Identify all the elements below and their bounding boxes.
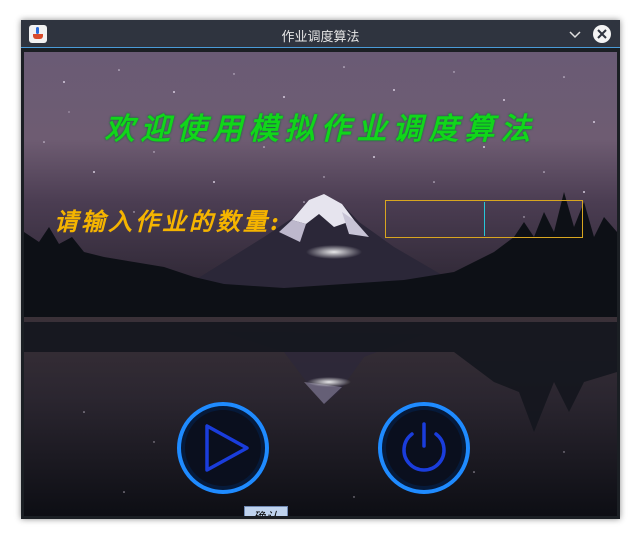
play-icon	[177, 402, 269, 494]
window-title: 作业调度算法	[281, 30, 360, 45]
play-button[interactable]	[175, 400, 271, 496]
welcome-heading: 欢迎使用模拟作业调度算法	[104, 112, 537, 147]
app-window: 作业调度算法 欢迎使用模拟作业调度算法 请输入作业的数量:	[21, 20, 620, 519]
main-panel: 欢迎使用模拟作业调度算法 请输入作业的数量: 确认	[24, 52, 617, 516]
chevron-down-icon[interactable]	[566, 25, 584, 43]
text-caret	[484, 202, 485, 236]
power-button[interactable]	[376, 400, 472, 496]
close-icon[interactable]	[593, 25, 611, 43]
title-bar[interactable]: 作业调度算法	[21, 20, 620, 48]
power-icon	[378, 402, 470, 494]
confirm-label[interactable]: 确认	[244, 506, 288, 516]
job-count-label: 请输入作业的数量:	[54, 207, 282, 236]
